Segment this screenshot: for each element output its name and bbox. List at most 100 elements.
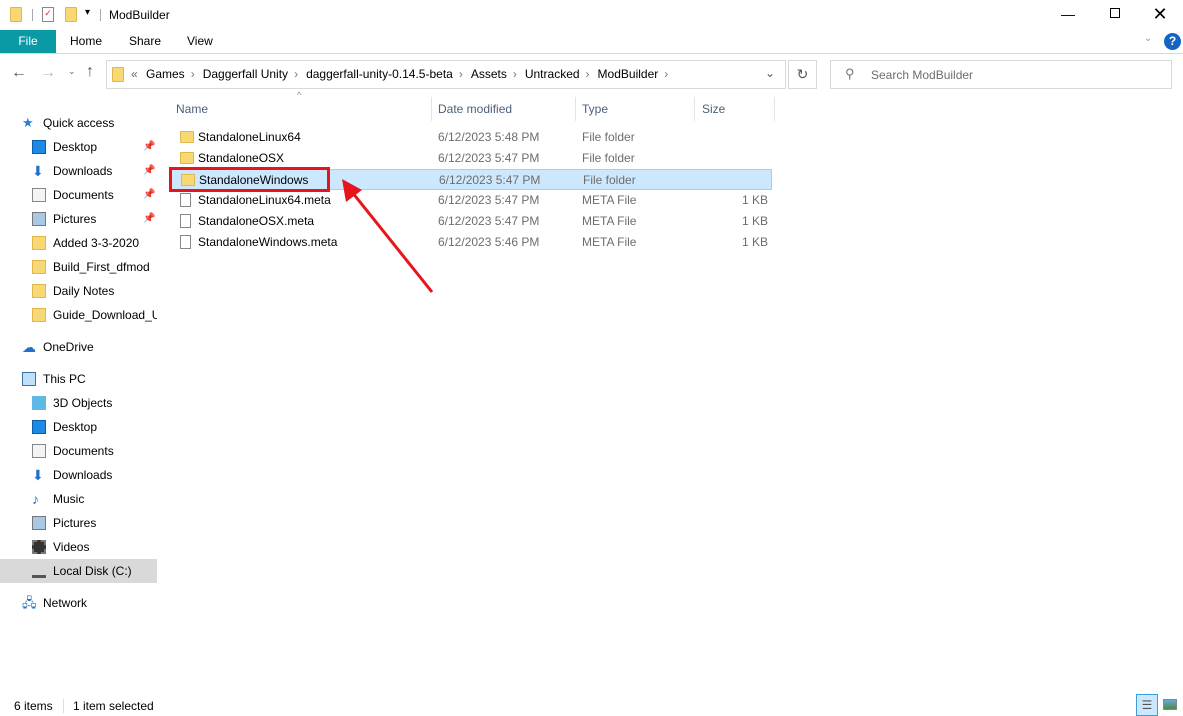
maximize-button[interactable]: [1110, 8, 1120, 18]
new-folder-icon[interactable]: [65, 7, 77, 22]
back-button[interactable]: ←: [11, 64, 27, 82]
sidebar-item-label: Documents: [53, 444, 114, 458]
file-name: StandaloneOSX.meta: [198, 214, 315, 228]
sidebar-item[interactable]: Desktop 📌: [0, 135, 157, 159]
file-row[interactable]: StandaloneWindows.meta 6/12/2023 5:46 PM M…: [170, 232, 772, 253]
chevron-right-icon[interactable]: ›: [664, 67, 668, 81]
sidebar-item[interactable]: 3D Objects: [0, 391, 157, 415]
help-icon[interactable]: ?: [1164, 33, 1181, 50]
customize-toolbar-icon[interactable]: ▾: [85, 7, 90, 18]
address-dropdown-icon[interactable]: ⌄: [765, 66, 775, 80]
sidebar-item[interactable]: Local Disk (C:): [0, 559, 157, 583]
sidebar-item[interactable]: Pictures 📌: [0, 207, 157, 231]
column-type[interactable]: Type: [576, 97, 695, 121]
drive-icon: [32, 564, 46, 578]
sidebar-item-label: Quick access: [43, 116, 115, 130]
sidebar-item[interactable]: Daily Notes: [0, 279, 157, 303]
sidebar-item[interactable]: Guide_Download_U: [0, 303, 157, 327]
sidebar-item[interactable]: Documents: [0, 439, 157, 463]
pin-icon: 📌: [143, 141, 156, 152]
chevron-right-icon[interactable]: ›: [586, 67, 590, 81]
folder-icon: [10, 7, 22, 22]
sidebar-item[interactable]: Documents 📌: [0, 183, 157, 207]
file-date: 6/12/2023 5:46 PM: [438, 235, 540, 249]
sidebar-item[interactable]: ⬇ Downloads: [0, 463, 157, 487]
sidebar-item-label: Daily Notes: [53, 284, 115, 298]
breadcrumb-item[interactable]: Assets: [471, 67, 507, 81]
folder-icon: [180, 152, 194, 164]
breadcrumb-item[interactable]: Untracked: [525, 67, 580, 81]
sidebar-item-label: Desktop: [53, 420, 98, 434]
sidebar-item[interactable]: ♪ Music: [0, 487, 157, 511]
column-date-modified[interactable]: Date modified: [432, 97, 576, 121]
pin-icon: 📌: [143, 213, 156, 224]
sidebar-item[interactable]: Desktop: [0, 415, 157, 439]
chevron-right-icon[interactable]: ›: [513, 67, 517, 81]
refresh-button[interactable]: ↻: [788, 60, 817, 89]
cloud-icon: ☁: [22, 339, 36, 355]
sidebar-item[interactable]: 🖧 Network: [0, 591, 157, 615]
sidebar-item-label: Downloads: [53, 468, 113, 482]
large-icons-view-button[interactable]: [1163, 699, 1177, 710]
forward-button[interactable]: →: [40, 64, 56, 82]
chevron-right-icon[interactable]: ›: [294, 67, 298, 81]
cube-icon: [32, 396, 46, 410]
minimize-button[interactable]: —: [1045, 0, 1091, 30]
file-row[interactable]: StandaloneLinux64 6/12/2023 5:48 PM File f…: [170, 127, 772, 148]
file-size: 1 KB: [741, 193, 768, 207]
sidebar-item-label: Local Disk (C:): [53, 564, 132, 578]
breadcrumb-item[interactable]: Games: [146, 67, 185, 81]
search-input[interactable]: Search ModBuilder: [871, 68, 973, 82]
sidebar-item[interactable]: ⬇ Downloads 📌: [0, 159, 157, 183]
tab-file[interactable]: File: [0, 30, 56, 53]
up-button[interactable]: ↑: [86, 63, 94, 81]
properties-icon[interactable]: ✓: [42, 7, 54, 22]
sidebar-item-label: Downloads: [53, 164, 113, 178]
column-size[interactable]: Size: [695, 97, 775, 121]
breadcrumb-item[interactable]: Daggerfall Unity: [203, 67, 288, 81]
file-size: 1 KB: [741, 235, 768, 249]
file-icon: [180, 235, 191, 249]
file-row[interactable]: StandaloneOSX 6/12/2023 5:47 PM File folde…: [170, 148, 772, 169]
separator: [32, 9, 33, 21]
sidebar-item[interactable]: Build_First_dfmod: [0, 255, 157, 279]
download-icon: ⬇: [32, 467, 44, 483]
column-label: Date modified: [438, 102, 513, 116]
breadcrumb-item[interactable]: daggerfall-unity-0.14.5-beta: [306, 67, 453, 81]
chevron-right-icon[interactable]: ›: [459, 67, 463, 81]
breadcrumb-item[interactable]: ModBuilder: [598, 67, 659, 81]
computer-icon: [22, 372, 36, 386]
tab-share[interactable]: Share: [129, 30, 161, 53]
sidebar-item[interactable]: This PC: [0, 367, 157, 391]
tab-view[interactable]: View: [187, 30, 213, 53]
sidebar-item-label: Guide_Download_U: [53, 308, 157, 322]
sidebar-item[interactable]: Videos: [0, 535, 157, 559]
file-date: 6/12/2023 5:48 PM: [438, 130, 540, 144]
star-icon: ★: [22, 115, 34, 130]
overflow-crumbs[interactable]: «: [131, 67, 138, 81]
desktop-icon: [32, 420, 46, 434]
title-bar: ✓ ▾ ModBuilder — ✕: [0, 0, 1183, 30]
file-name: StandaloneWindows.meta: [198, 235, 338, 249]
sidebar-item[interactable]: Pictures: [0, 511, 157, 535]
file-row[interactable]: StandaloneLinux64.meta 6/12/2023 5:47 PM M…: [170, 190, 772, 211]
sidebar-item-label: Pictures: [53, 516, 97, 530]
sidebar-item[interactable]: ☁ OneDrive: [0, 335, 157, 359]
recent-locations-button[interactable]: ⌄: [68, 66, 76, 77]
close-button[interactable]: ✕: [1137, 0, 1183, 30]
sidebar-item[interactable]: Added 3-3-2020: [0, 231, 157, 255]
column-name[interactable]: Name: [170, 97, 432, 121]
search-box[interactable]: ⚲ Search ModBuilder: [830, 60, 1172, 89]
file-name: StandaloneLinux64.meta: [198, 193, 331, 207]
separator: [63, 699, 64, 713]
expand-ribbon-icon[interactable]: ⌄: [1144, 33, 1152, 44]
chevron-right-icon[interactable]: ›: [191, 67, 195, 81]
details-view-button[interactable]: ☰: [1136, 694, 1158, 716]
file-row[interactable]: StandaloneOSX.meta 6/12/2023 5:47 PM META …: [170, 211, 772, 232]
selection-count: 1 item selected: [73, 699, 154, 713]
annotation-arrow: [342, 179, 434, 293]
address-bar[interactable]: « Games › Daggerfall Unity › daggerfall-unit…: [106, 60, 786, 89]
tab-home[interactable]: Home: [70, 30, 102, 53]
sidebar-item-label: Added 3-3-2020: [53, 236, 140, 250]
sidebar-item[interactable]: ★ Quick access: [0, 111, 157, 135]
